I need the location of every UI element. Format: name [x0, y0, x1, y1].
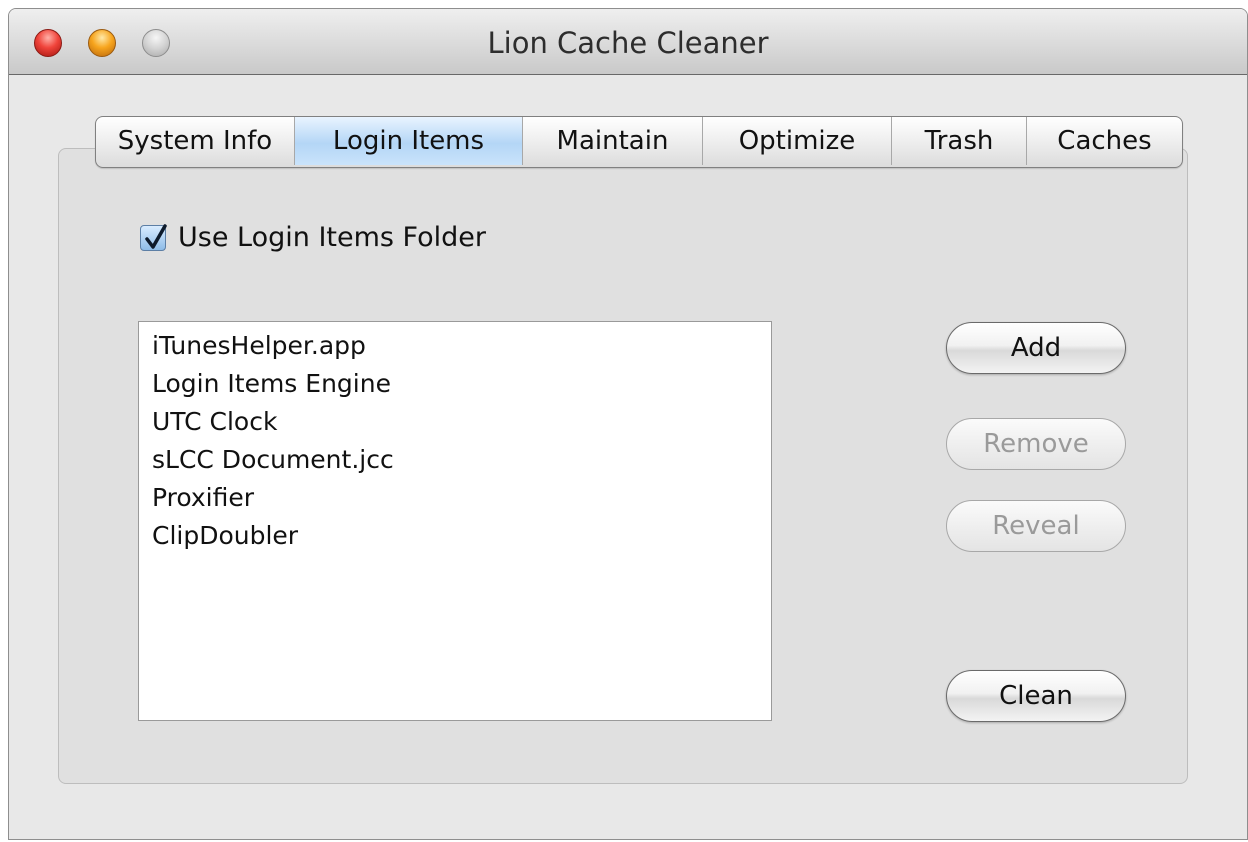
list-item[interactable]: ClipDoubler [152, 517, 771, 555]
list-item[interactable]: Login Items Engine [152, 365, 771, 403]
remove-button[interactable]: Remove [946, 418, 1126, 470]
tab-caches[interactable]: Caches [1027, 117, 1182, 165]
tab-bar: System Info Login Items Maintain Optimiz… [95, 116, 1183, 168]
use-login-items-folder-label[interactable]: Use Login Items Folder [178, 222, 486, 253]
tab-login-items[interactable]: Login Items [295, 117, 523, 165]
add-button[interactable]: Add [946, 322, 1126, 374]
tab-trash[interactable]: Trash [892, 117, 1027, 165]
checkmark-icon [145, 223, 167, 249]
list-item[interactable]: sLCC Document.jcc [152, 441, 771, 479]
reveal-button[interactable]: Reveal [946, 500, 1126, 552]
login-items-list[interactable]: iTunesHelper.app Login Items Engine UTC … [138, 321, 772, 721]
use-login-items-folder-row: Use Login Items Folder [140, 222, 486, 253]
use-login-items-folder-checkbox[interactable] [140, 223, 167, 251]
clean-button[interactable]: Clean [946, 670, 1126, 722]
tab-maintain[interactable]: Maintain [523, 117, 703, 165]
tab-system-info[interactable]: System Info [96, 117, 295, 165]
title-bar[interactable]: Lion Cache Cleaner [9, 9, 1247, 75]
list-item[interactable]: Proxifier [152, 479, 771, 517]
list-item[interactable]: UTC Clock [152, 403, 771, 441]
window-title: Lion Cache Cleaner [487, 26, 769, 60]
tab-optimize[interactable]: Optimize [703, 117, 892, 165]
list-item[interactable]: iTunesHelper.app [152, 327, 771, 365]
